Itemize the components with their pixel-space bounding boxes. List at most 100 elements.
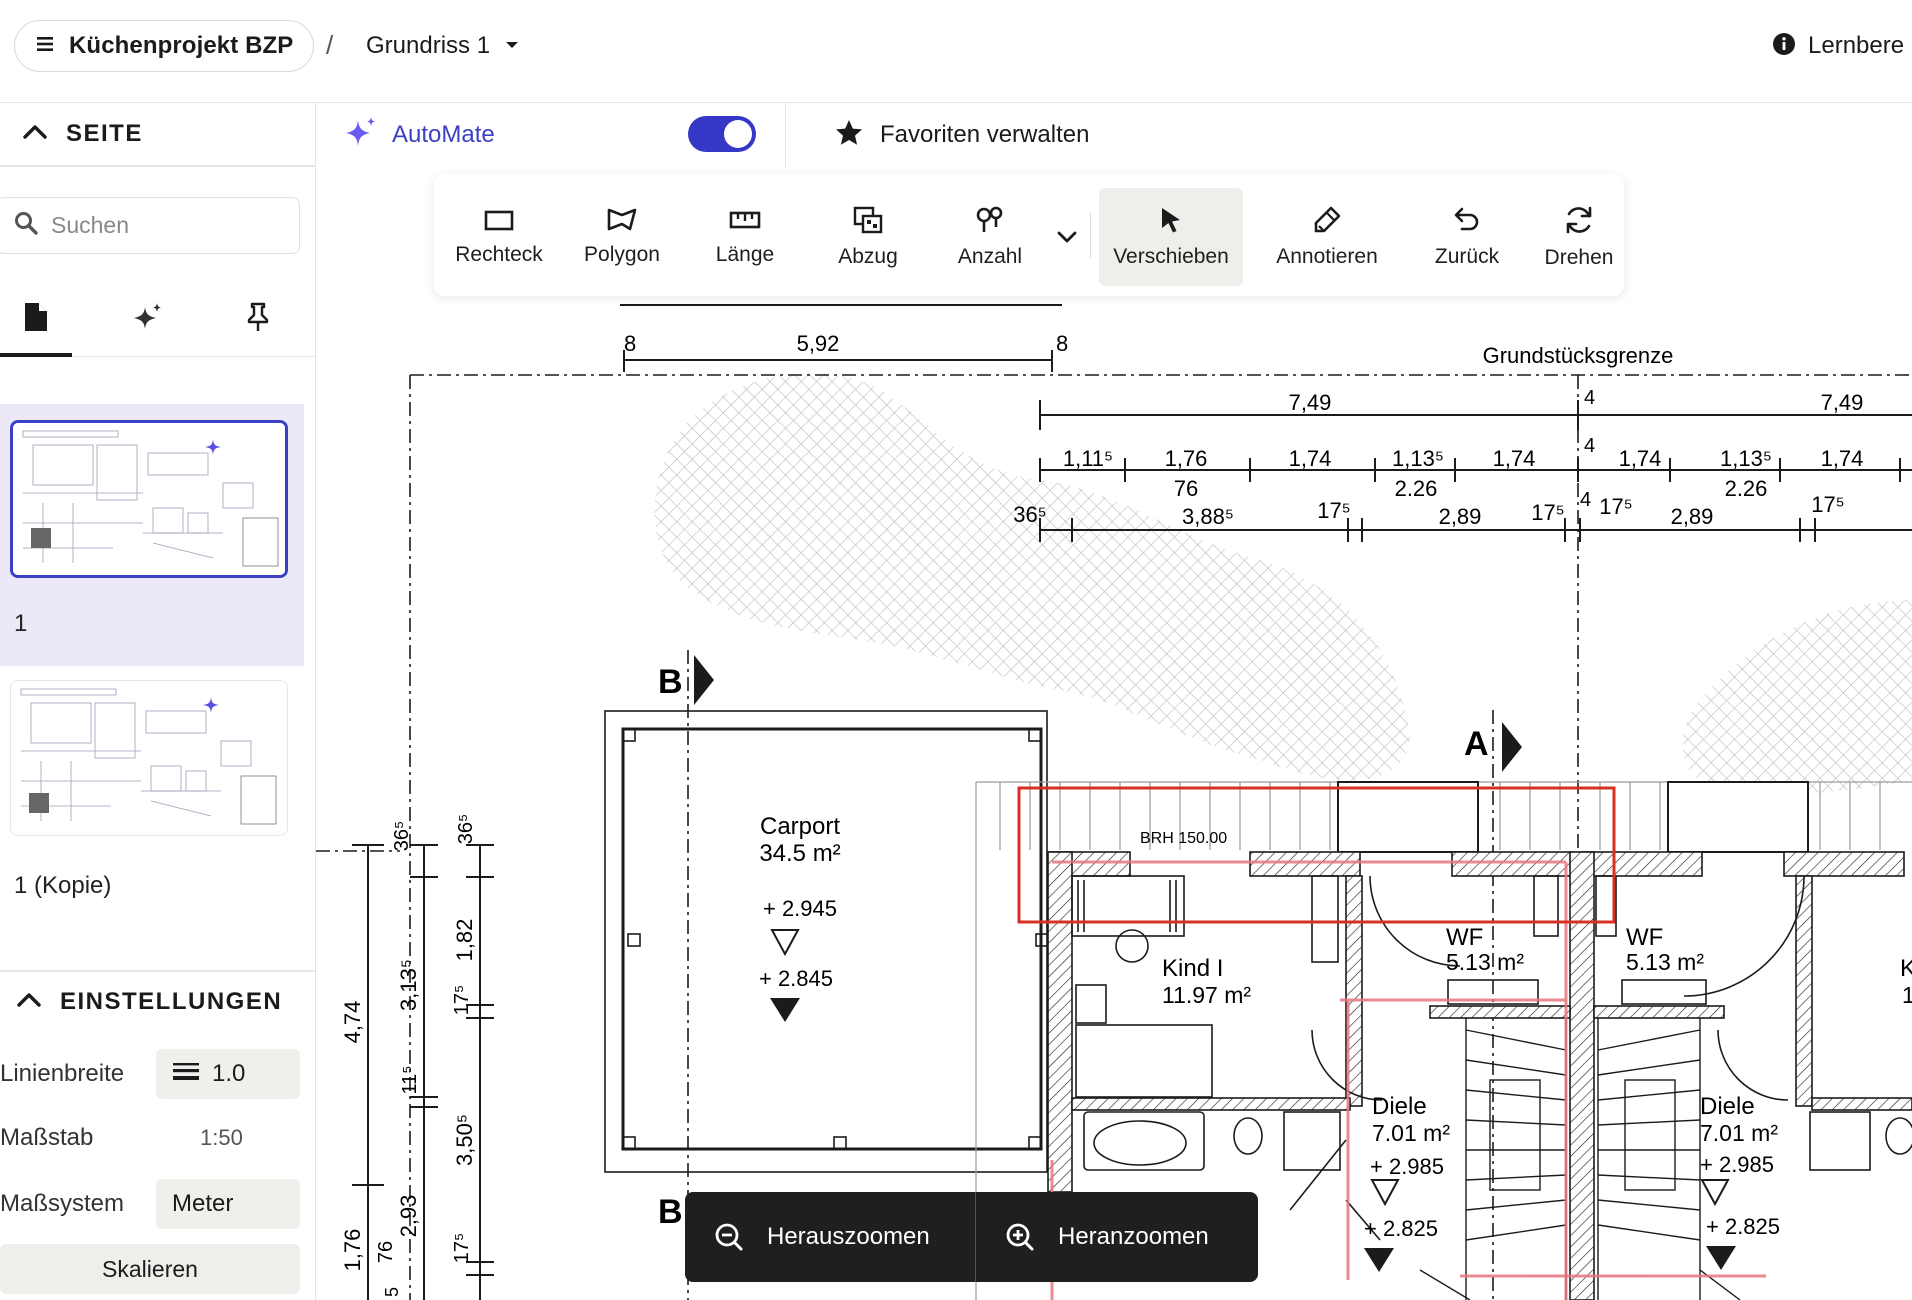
dim-label: 3,13⁵ <box>396 959 421 1011</box>
measure-system-select[interactable]: Meter <box>156 1179 300 1229</box>
polygon-icon <box>607 208 637 231</box>
dim-label: 1,82 <box>452 919 477 962</box>
sparkle-icon <box>132 301 164 338</box>
page-item-2[interactable]: 1 (Kopie) <box>0 670 304 900</box>
dim-label: 11⁵ <box>399 1065 421 1094</box>
scale-button[interactable]: Skalieren <box>0 1244 300 1294</box>
level-label: + 2.845 <box>759 966 833 991</box>
room-area: 11.97 m² <box>1162 982 1251 1008</box>
level-label: + 2.825 <box>1706 1214 1780 1239</box>
dim-label: 5,92 <box>797 331 840 356</box>
dim-label: 36⁵ <box>391 821 413 852</box>
project-title: Küchenprojekt BZP <box>69 32 294 59</box>
page-section-toggle[interactable]: SEITE <box>0 103 316 167</box>
tab-ai[interactable] <box>112 282 184 356</box>
section-marker-a: A <box>1464 725 1489 763</box>
dim-label: 2,93 <box>396 1195 421 1238</box>
tool-label: Verschieben <box>1113 245 1229 268</box>
dim-label: 76 <box>375 1241 397 1263</box>
tool-rectangle[interactable]: Rechteck <box>444 188 554 286</box>
section-marker-b: B <box>658 663 683 701</box>
room-name: WF <box>1446 924 1483 951</box>
sparkle-icon <box>344 116 378 155</box>
room-area: 5.13 m² <box>1446 949 1524 975</box>
dim-label: 1,13⁵ <box>1720 446 1772 471</box>
page-item-1[interactable]: 1 <box>0 404 304 666</box>
settings-section-toggle[interactable]: EINSTELLUNGEN <box>0 970 315 1032</box>
toolbar-divider <box>1090 212 1091 258</box>
chevron-up-icon <box>22 123 48 146</box>
deduct-icon <box>853 206 883 234</box>
tool-undo[interactable]: Zurück <box>1412 188 1522 286</box>
learning-area-link[interactable]: Lernbere <box>1772 26 1904 66</box>
tool-deduct[interactable]: Abzug <box>812 188 924 286</box>
tool-polygon[interactable]: Polygon <box>566 188 678 286</box>
rotate-icon <box>1566 206 1592 234</box>
learning-area-label: Lernbere <box>1808 32 1905 59</box>
page-thumbnail <box>10 680 288 836</box>
room-area: 1 <box>1902 982 1912 1008</box>
tool-label: Polygon <box>584 243 660 266</box>
room-name: Kind I <box>1162 955 1223 982</box>
dim-label: 3,50⁵ <box>452 1114 477 1166</box>
plan-selector[interactable]: Grundriss 1 <box>366 26 520 66</box>
tool-label: Abzug <box>838 245 898 268</box>
room-name: Diele <box>1372 1093 1427 1120</box>
tool-label: Anzahl <box>957 245 1023 268</box>
project-menu-button[interactable]: Küchenprojekt BZP <box>14 20 315 72</box>
tool-rotate[interactable]: Drehen <box>1524 188 1634 286</box>
dim-label: 1,74 <box>1289 446 1332 471</box>
settings-section-label: EINSTELLUNGEN <box>60 988 283 1015</box>
menu-icon <box>35 35 55 58</box>
level-label: + 2.985 <box>1700 1152 1774 1177</box>
automate-toggle[interactable] <box>688 116 756 152</box>
line-width-value: 1.0 <box>212 1060 246 1087</box>
plan-canvas[interactable]: 8 5,92 8 Grundstücksgrenze 7,49 4 7,49 1… <box>316 168 1912 1300</box>
manage-favorites-label: Favoriten verwalten <box>880 121 1090 148</box>
level-label: + 2.985 <box>1370 1154 1444 1179</box>
tab-pages[interactable] <box>0 282 72 357</box>
document-icon <box>23 301 49 338</box>
tool-length[interactable]: Länge <box>690 188 800 286</box>
zoom-out-button[interactable]: Herauszoomen <box>685 1192 975 1282</box>
floor-plan-drawing: 8 5,92 8 Grundstücksgrenze 7,49 4 7,49 1… <box>316 304 1912 1300</box>
dim-label: 2,89 <box>1671 504 1714 529</box>
level-label: + 2.945 <box>763 896 837 921</box>
chevron-up-icon <box>16 991 42 1014</box>
page-label: 1 (Kopie) <box>14 872 112 899</box>
manage-favorites-button[interactable]: Favoriten verwalten <box>786 103 1912 167</box>
zoom-in-button[interactable]: Heranzoomen <box>976 1192 1209 1282</box>
tool-move[interactable]: Verschieben <box>1099 188 1243 286</box>
rectangle-icon <box>484 210 514 231</box>
dim-label: 4 <box>1584 387 1595 409</box>
sidebar-tabs <box>0 282 315 357</box>
tool-label: Länge <box>715 243 775 266</box>
dim-label: 1,76 <box>1165 446 1208 471</box>
undo-icon <box>1454 207 1479 231</box>
dim-label: 17⁵ <box>1317 498 1351 523</box>
measure-system-row: Maßsystem Meter <box>0 1178 315 1230</box>
property-line-label: Grundstücksgrenze <box>1483 343 1674 368</box>
room-name: Carport <box>760 813 840 840</box>
dim-label: 1,76 <box>340 1229 365 1272</box>
caret-down-icon <box>504 37 520 55</box>
tool-annotate[interactable]: Annotieren <box>1252 188 1402 286</box>
scale-value: 1:50 <box>200 1125 243 1150</box>
line-width-select[interactable]: 1.0 <box>156 1049 300 1099</box>
room-name: Diele <box>1700 1093 1755 1120</box>
tab-pinned[interactable] <box>222 282 294 356</box>
page-search[interactable] <box>0 197 300 254</box>
tool-label: Drehen <box>1544 246 1614 269</box>
dim-label: 4 <box>1584 435 1595 457</box>
room-name: WF <box>1626 924 1663 951</box>
zoom-controls: Herauszoomen Heranzoomen <box>685 1192 1258 1282</box>
more-tools-dropdown[interactable] <box>1050 188 1084 286</box>
line-width-row: Linienbreite 1.0 <box>0 1048 315 1100</box>
tool-count[interactable]: Anzahl <box>934 188 1046 286</box>
dim-label: 2.26 <box>1725 476 1768 501</box>
dim-label: 1,74 <box>1821 446 1864 471</box>
room-area: 5.13 m² <box>1626 949 1704 975</box>
dim-label: 17⁵ <box>451 1233 473 1264</box>
tool-label: Rechteck <box>455 243 543 266</box>
search-input[interactable] <box>49 211 273 240</box>
